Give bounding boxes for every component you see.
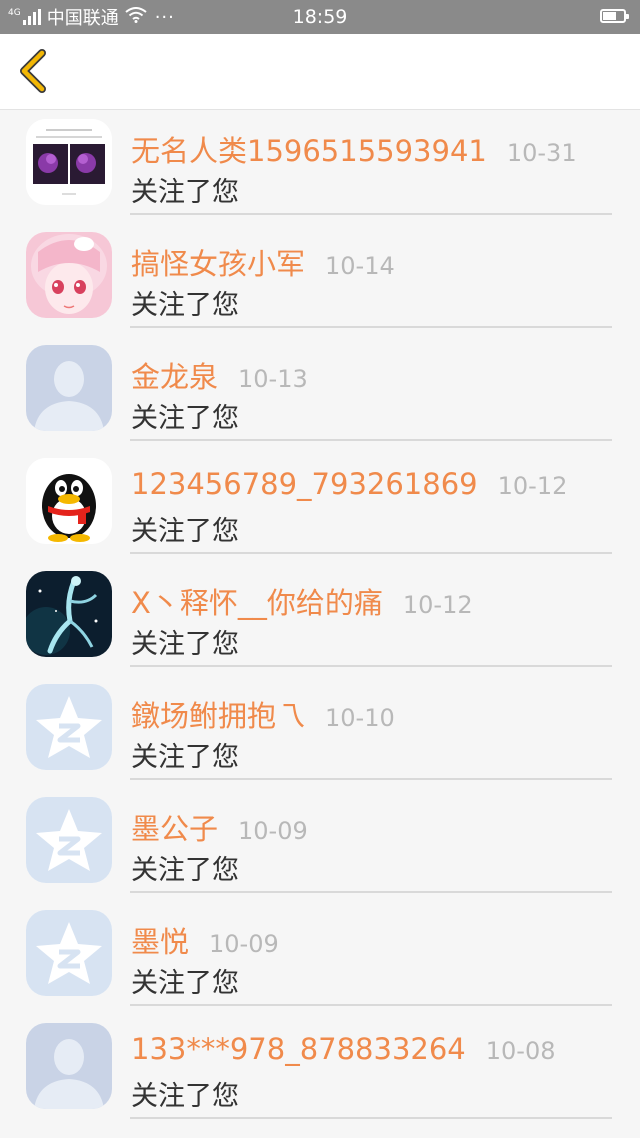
follow-date: 10-08: [485, 1037, 556, 1065]
action-text: 关注了您: [131, 516, 239, 547]
divider: [130, 778, 612, 780]
list-item[interactable]: 金龙泉 10-13 关注了您: [0, 336, 640, 449]
item-header: 墨公子 10-09: [131, 806, 308, 846]
list-item[interactable]: 133***978_878833264 10-08 关注了您: [0, 1014, 640, 1127]
user-name[interactable]: 123456789_793261869: [131, 467, 478, 501]
follow-date: 10-09: [209, 930, 279, 958]
list-item[interactable]: 123456789_793261869 10-12 关注了您: [0, 449, 640, 562]
back-button[interactable]: [12, 48, 58, 94]
item-header: 133***978_878833264 10-08: [131, 1032, 556, 1072]
action-text: 关注了您: [131, 403, 239, 434]
qzone-star-avatar[interactable]: [26, 910, 112, 996]
item-header: 鐓场鲋拥抱乁 10-10: [131, 693, 395, 733]
item-header: 金龙泉 10-13: [131, 354, 308, 394]
action-text: 关注了您: [131, 290, 239, 321]
follow-date: 10-14: [325, 252, 395, 280]
action-text: 关注了您: [131, 742, 239, 773]
follow-date: 10-31: [506, 139, 577, 167]
anime-girl-avatar[interactable]: [26, 232, 112, 318]
qq-penguin-avatar[interactable]: [26, 458, 112, 544]
follow-date: 10-12: [497, 472, 568, 500]
user-name[interactable]: 墨公子: [131, 806, 218, 848]
user-name[interactable]: 金龙泉: [131, 354, 218, 396]
follow-date: 10-09: [238, 817, 308, 845]
divider: [130, 326, 612, 328]
status-time: 18:59: [292, 6, 348, 28]
follow-date: 10-10: [325, 704, 395, 732]
action-text: 关注了您: [131, 177, 239, 208]
list-item[interactable]: X丶释怀__你给的痛 10-12 关注了您: [0, 562, 640, 675]
divider: [130, 1004, 612, 1006]
user-name[interactable]: 鐓场鲋拥抱乁: [131, 693, 305, 735]
follower-list: 无名人类1596515593941 10-31 关注了您 搞怪女孩小军 10-1…: [0, 110, 640, 1127]
divider: [130, 213, 612, 215]
item-header: 墨悦 10-09: [131, 919, 279, 959]
dancer-avatar[interactable]: [26, 571, 112, 657]
qzone-star-avatar[interactable]: [26, 684, 112, 770]
user-name[interactable]: 无名人类1596515593941: [131, 128, 487, 170]
list-item[interactable]: 无名人类1596515593941 10-31 关注了您: [0, 110, 640, 223]
list-item[interactable]: 鐓场鲋拥抱乁 10-10 关注了您: [0, 675, 640, 788]
user-name[interactable]: 搞怪女孩小军: [131, 241, 305, 283]
follow-date: 10-12: [402, 591, 473, 619]
follow-date: 10-13: [238, 365, 308, 393]
item-header: 无名人类1596515593941 10-31: [131, 128, 577, 168]
list-item[interactable]: 墨公子 10-09 关注了您: [0, 788, 640, 901]
nav-bar: [0, 34, 640, 110]
item-header: 123456789_793261869 10-12: [131, 467, 567, 507]
divider: [130, 1117, 612, 1119]
battery-icon: [600, 9, 629, 23]
item-header: X丶释怀__你给的痛 10-12: [131, 580, 473, 620]
action-text: 关注了您: [131, 855, 239, 886]
chevron-left-icon: [20, 49, 46, 93]
divider: [130, 891, 612, 893]
user-name[interactable]: X丶释怀__你给的痛: [131, 580, 383, 622]
qzone-star-avatar[interactable]: [26, 797, 112, 883]
default-person-avatar[interactable]: [26, 345, 112, 431]
default-person-avatar[interactable]: [26, 1023, 112, 1109]
list-item[interactable]: 搞怪女孩小军 10-14 关注了您: [0, 223, 640, 336]
item-header: 搞怪女孩小军 10-14: [131, 241, 395, 281]
action-text: 关注了您: [131, 968, 239, 999]
thumbnail-avatar[interactable]: [26, 119, 112, 205]
list-item[interactable]: 墨悦 10-09 关注了您: [0, 901, 640, 1014]
action-text: 关注了您: [131, 629, 239, 660]
divider: [130, 552, 612, 554]
user-name[interactable]: 墨悦: [131, 919, 189, 961]
action-text: 关注了您: [131, 1081, 239, 1112]
divider: [130, 665, 612, 667]
status-bar: 4G 中国联通 ··· 18:59: [0, 0, 640, 34]
divider: [130, 439, 612, 441]
user-name[interactable]: 133***978_878833264: [131, 1032, 466, 1066]
